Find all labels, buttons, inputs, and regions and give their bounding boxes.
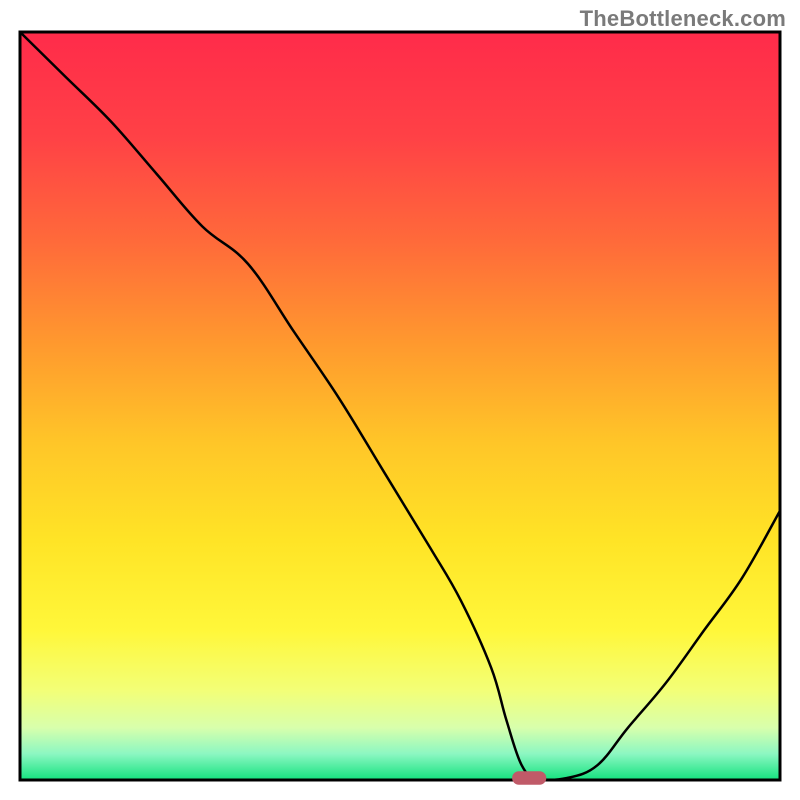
chart-container: TheBottleneck.com — [0, 0, 800, 800]
optimal-marker — [512, 771, 546, 784]
bottleneck-chart — [0, 0, 800, 800]
watermark-text: TheBottleneck.com — [580, 6, 786, 32]
plot-background — [20, 32, 780, 780]
